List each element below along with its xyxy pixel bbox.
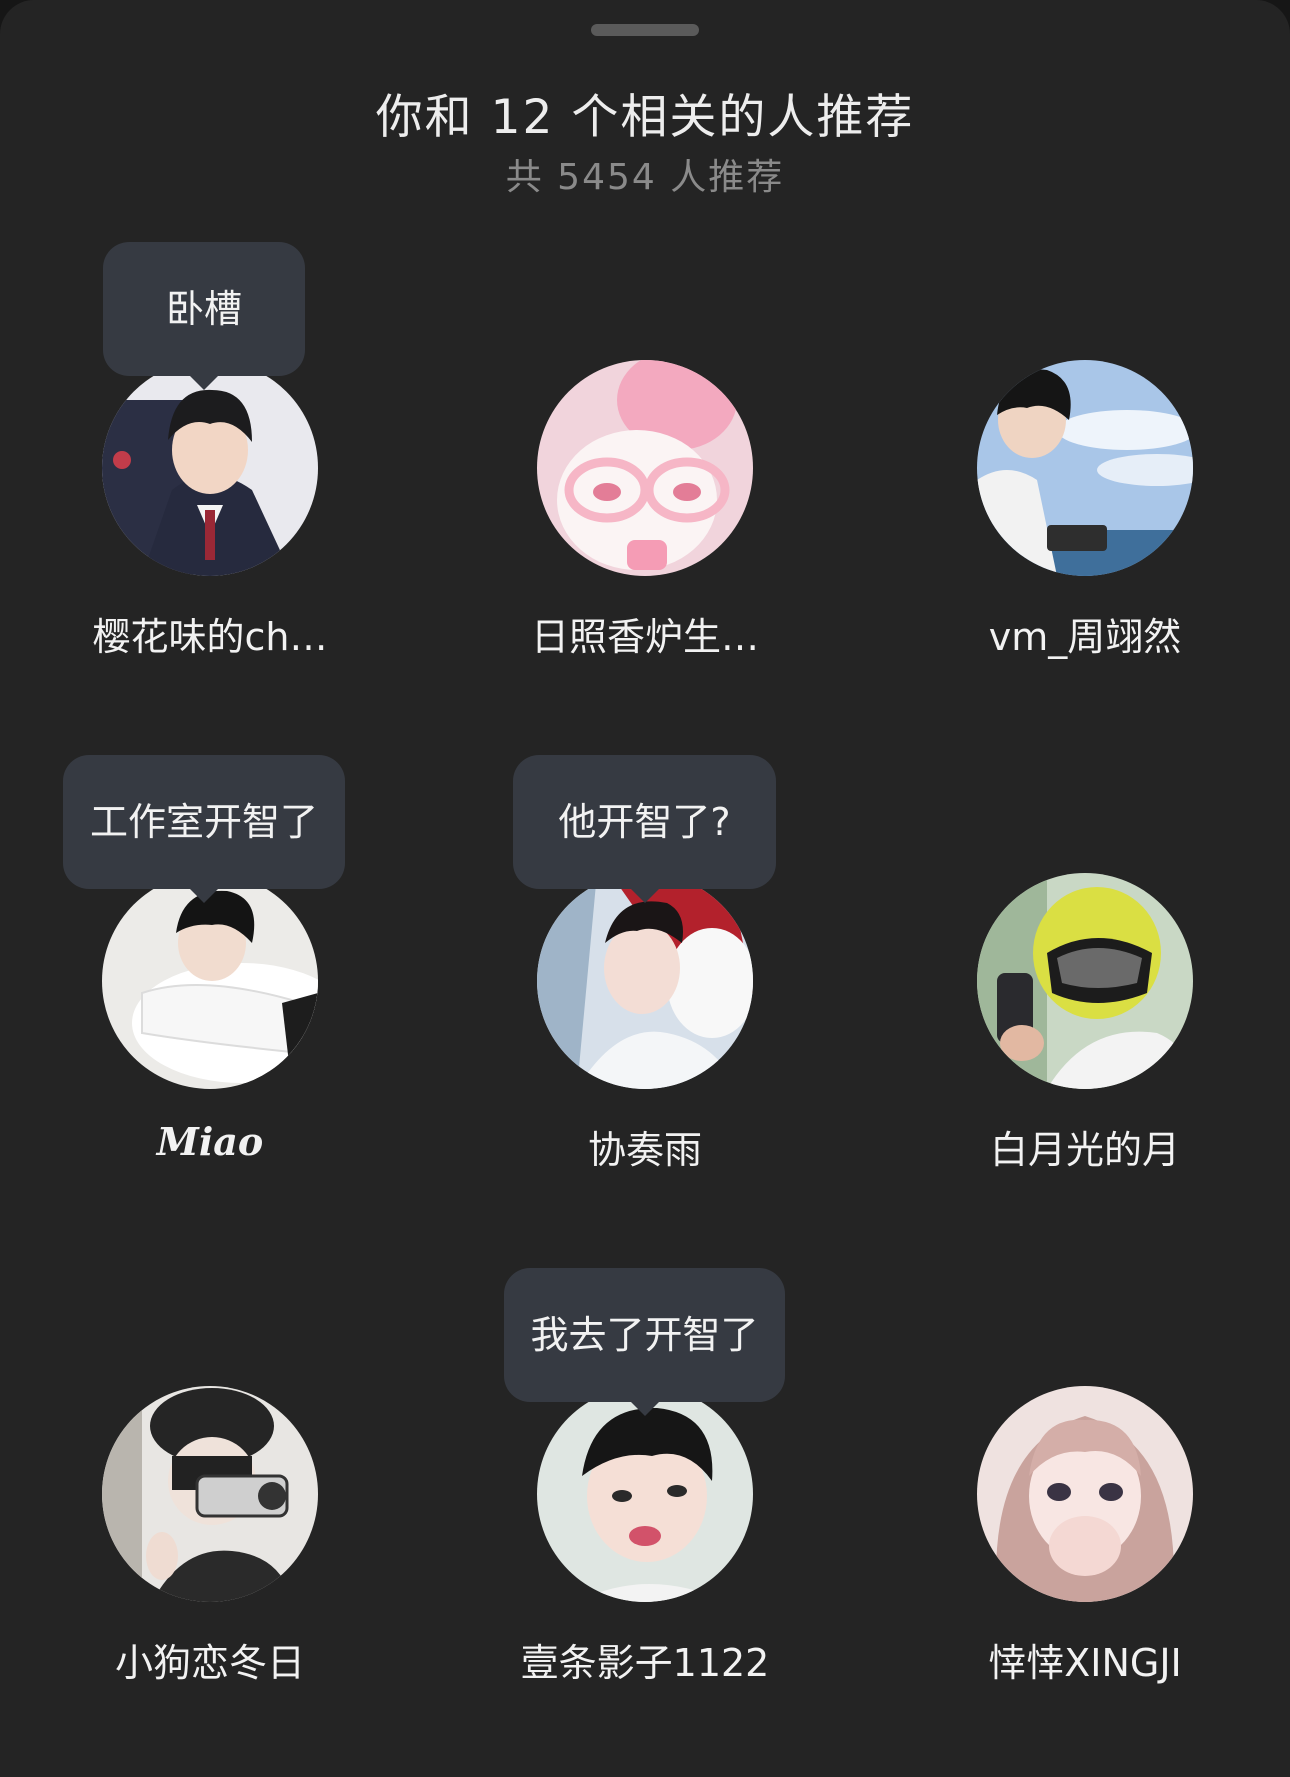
person-card[interactable]: 樱花味的ch…	[0, 360, 430, 690]
person-card[interactable]: 日照香炉生…	[425, 360, 865, 690]
sheet-title: 你和 12 个相关的人推荐	[375, 90, 915, 145]
person-name[interactable]: 𝑴𝒊𝒂𝒐	[0, 1119, 430, 1164]
person-card[interactable]: 小狗恋冬日	[0, 1386, 430, 1716]
avatar[interactable]	[977, 873, 1193, 1089]
person-card[interactable]: 𝑴𝒊𝒂𝒐	[0, 873, 430, 1203]
avatar[interactable]	[537, 1386, 753, 1602]
avatar[interactable]	[537, 873, 753, 1089]
person-name[interactable]: 壹条影子1122	[425, 1632, 865, 1687]
comment-bubble: 我去了开智了	[504, 1268, 785, 1416]
avatar[interactable]	[102, 360, 318, 576]
person-name[interactable]: 悻悻XINGJI	[865, 1632, 1290, 1687]
avatar[interactable]	[977, 360, 1193, 576]
person-card[interactable]: vm_周翊然	[865, 360, 1290, 690]
person-name[interactable]: 白月光的月	[865, 1119, 1290, 1174]
avatar[interactable]	[102, 873, 318, 1089]
person-card[interactable]: 协奏雨	[425, 873, 865, 1203]
comment-bubble: 他开智了?	[513, 755, 776, 903]
person-name[interactable]: 樱花味的ch…	[0, 606, 430, 661]
person-name[interactable]: 日照香炉生…	[425, 606, 865, 661]
avatar[interactable]	[102, 1386, 318, 1602]
person-card[interactable]: 悻悻XINGJI	[865, 1386, 1290, 1716]
person-card[interactable]: 白月光的月	[865, 873, 1290, 1203]
avatar[interactable]	[537, 360, 753, 576]
recommend-count: 共 5454 人推荐	[505, 157, 785, 198]
person-name[interactable]: vm_周翊然	[865, 606, 1290, 661]
comment-bubble: 工作室开智了	[63, 755, 345, 903]
recommendation-sheet: 你和 12 个相关的人推荐 共 5454 人推荐 樱花味的ch… 卧槽 日照香炉…	[0, 0, 1290, 1777]
person-name[interactable]: 小狗恋冬日	[0, 1632, 430, 1687]
drag-handle[interactable]	[591, 24, 699, 36]
person-name[interactable]: 协奏雨	[425, 1119, 865, 1174]
person-card[interactable]: 壹条影子1122	[425, 1386, 865, 1716]
comment-bubble: 卧槽	[103, 242, 305, 390]
avatar[interactable]	[977, 1386, 1193, 1602]
